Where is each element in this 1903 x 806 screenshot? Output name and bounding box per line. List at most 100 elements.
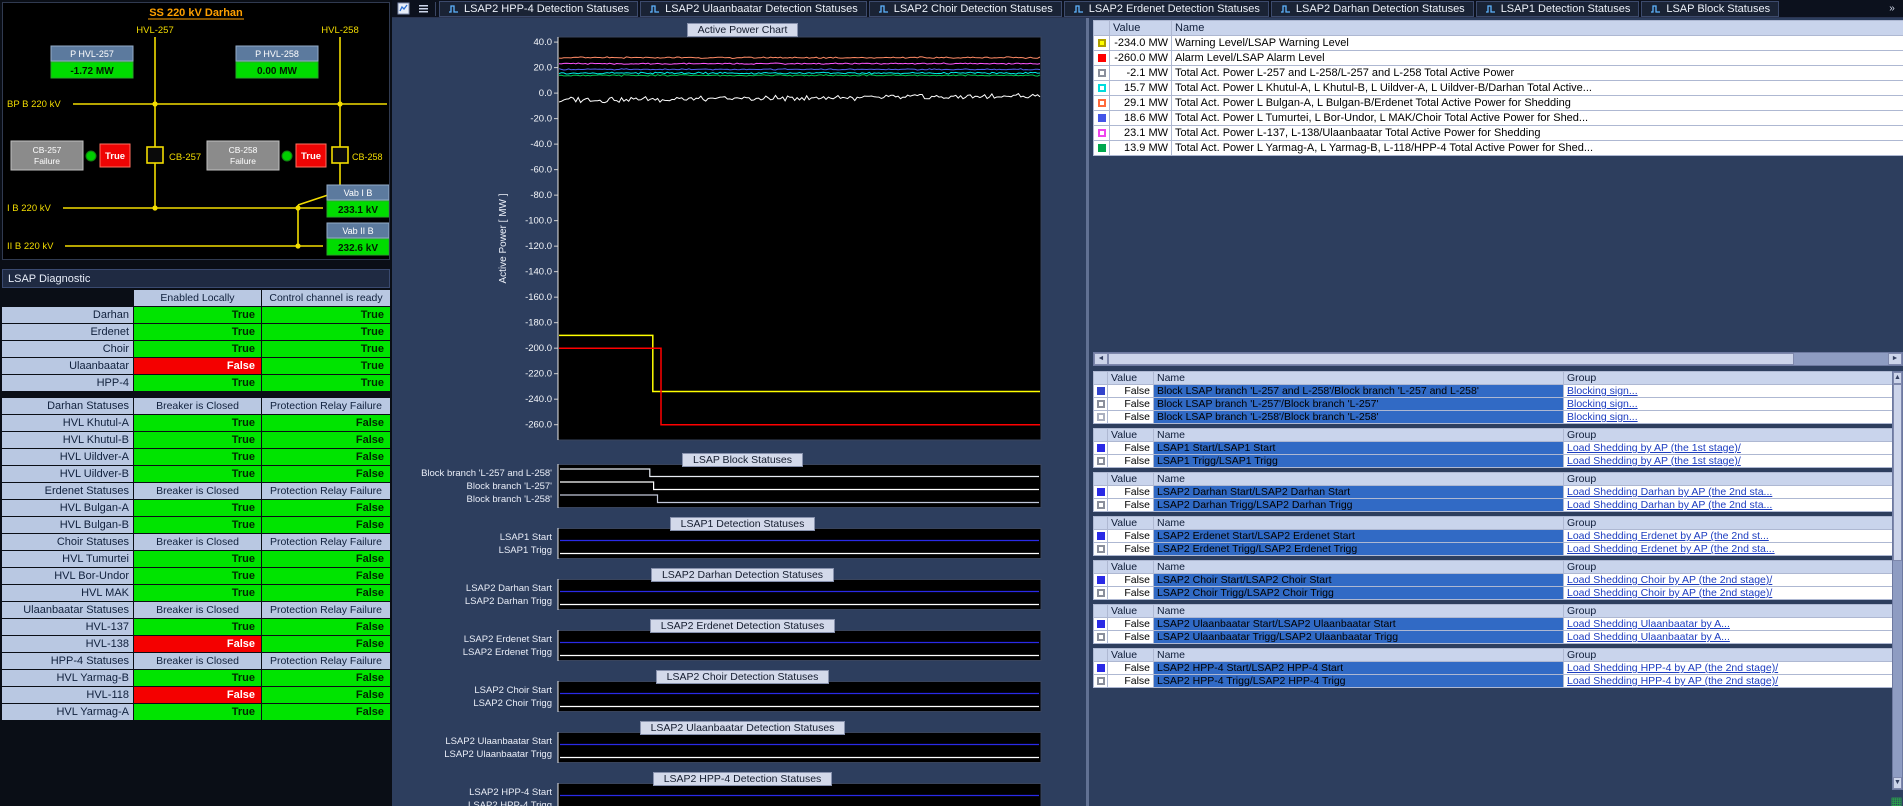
group-link[interactable]: Load Shedding Choir by AP (the 2nd stage…: [1567, 587, 1772, 599]
signal-row[interactable]: FalseLSAP2 Ulaanbaatar Start/LSAP2 Ulaan…: [1094, 618, 1893, 631]
signal-row[interactable]: FalseLSAP2 Darhan Trigg/LSAP2 Darhan Tri…: [1094, 499, 1893, 512]
legend-row[interactable]: -2.1 MWTotal Act. Power L-257 and L-258/…: [1094, 66, 1903, 81]
tab-lsap-block-statuses[interactable]: LSAP Block Statuses: [1641, 1, 1779, 17]
signal-label: LSAP2 Erdenet Start: [464, 634, 553, 645]
chart-page-icon-button[interactable]: [394, 1, 412, 17]
signal-name: Block LSAP branch 'L-258'/Block branch '…: [1154, 411, 1564, 424]
signal-row[interactable]: FalseLSAP2 Erdenet Start/LSAP2 Erdenet S…: [1094, 530, 1893, 543]
scroll-up-button[interactable]: ▲: [1893, 372, 1902, 384]
diag-row-label: HVL-138: [2, 636, 133, 652]
signal-row[interactable]: FalseLSAP2 HPP-4 Start/LSAP2 HPP-4 Start…: [1094, 662, 1893, 675]
group-link[interactable]: Load Shedding Ulaanbaatar by A...: [1567, 618, 1730, 630]
status-section-title: LSAP2 Darhan Detection Statuses: [394, 565, 1091, 579]
diag-header: Enabled Locally: [134, 290, 261, 306]
signal-row[interactable]: FalseLSAP2 Darhan Start/LSAP2 Darhan Sta…: [1094, 486, 1893, 499]
trend-icon: [1280, 4, 1291, 14]
scroll-right-button[interactable]: ►: [1888, 353, 1902, 365]
legend-row[interactable]: 13.9 MWTotal Act. Power L Yarmag-A, L Ya…: [1094, 141, 1903, 156]
signal-row[interactable]: FalseBlock LSAP branch 'L-257 and L-258'…: [1094, 385, 1893, 398]
tab-lsap1-detection-statuses[interactable]: LSAP1 Detection Statuses: [1476, 1, 1640, 17]
group-link[interactable]: Load Shedding Darhan by AP (the 2nd sta.…: [1567, 499, 1772, 511]
diag-row-label: HVL Khutul-A: [2, 415, 133, 431]
grid-options-icon[interactable]: ▦: [1889, 794, 1903, 806]
legend-row[interactable]: -260.0 MWAlarm Level/LSAP Alarm Level: [1094, 51, 1903, 66]
signal-name: LSAP2 Erdenet Trigg/LSAP2 Erdenet Trigg: [1154, 543, 1564, 556]
diag-value: True: [134, 432, 261, 448]
signal-name: LSAP2 Darhan Start/LSAP2 Darhan Start: [1154, 486, 1564, 499]
group-link[interactable]: Load Shedding by AP (the 1st stage)/: [1567, 455, 1741, 467]
signal-label: LSAP2 HPP-4 Start: [469, 787, 552, 798]
group-link[interactable]: Blocking sign...: [1567, 398, 1638, 410]
tab-lsap2-choir-detection-statuses[interactable]: LSAP2 Choir Detection Statuses: [869, 1, 1062, 17]
swatch-cell: [1094, 675, 1108, 688]
group-link[interactable]: Load Shedding Ulaanbaatar by A...: [1567, 631, 1730, 643]
signal-row[interactable]: FalseLSAP1 Start/LSAP1 StartLoad Sheddin…: [1094, 442, 1893, 455]
legend-row[interactable]: 15.7 MWTotal Act. Power L Khutul-A, L Kh…: [1094, 81, 1903, 96]
group-link[interactable]: Blocking sign...: [1567, 411, 1638, 423]
status-section-title: LSAP1 Detection Statuses: [394, 514, 1091, 528]
scrollbar-track[interactable]: [1108, 353, 1888, 365]
cb-257-failure-value: True: [105, 151, 125, 162]
signal-row[interactable]: FalseLSAP2 Erdenet Trigg/LSAP2 Erdenet T…: [1094, 543, 1893, 556]
group-link[interactable]: Load Shedding Choir by AP (the 2nd stage…: [1567, 574, 1772, 586]
signal-label: LSAP2 Darhan Trigg: [465, 596, 552, 607]
vertical-scrollbar-thumb[interactable]: [1893, 384, 1902, 561]
legend-row[interactable]: 18.6 MWTotal Act. Power L Tumurtei, L Bo…: [1094, 111, 1903, 126]
vertical-scrollbar[interactable]: ▲ ▼: [1892, 371, 1903, 790]
series-swatch-icon: [1097, 545, 1105, 553]
diag-value: True: [262, 307, 390, 323]
signal-group-cell: Load Shedding Darhan by AP (the 2nd sta.…: [1564, 486, 1893, 499]
signal-value: False: [1108, 530, 1154, 543]
signal-name: LSAP2 Ulaanbaatar Trigg/LSAP2 Ulaanbaata…: [1154, 631, 1564, 644]
tab-lsap2-hpp-4-detection-statuses[interactable]: LSAP2 HPP-4 Detection Statuses: [439, 1, 638, 17]
tab-lsap2-erdenet-detection-statuses[interactable]: LSAP2 Erdenet Detection Statuses: [1064, 1, 1269, 17]
legend-row[interactable]: 29.1 MWTotal Act. Power L Bulgan-A, L Bu…: [1094, 96, 1903, 111]
scrollbar-thumb[interactable]: [1108, 353, 1794, 365]
group-link[interactable]: Load Shedding HPP-4 by AP (the 2nd stage…: [1567, 662, 1778, 674]
status-section-title: LSAP2 Ulaanbaatar Detection Statuses: [394, 718, 1091, 732]
signal-row[interactable]: FalseBlock LSAP branch 'L-257'/Block bra…: [1094, 398, 1893, 411]
cb-257-status-led: [86, 151, 96, 161]
group-link[interactable]: Load Shedding Darhan by AP (the 2nd sta.…: [1567, 486, 1772, 498]
signal-value: False: [1108, 411, 1154, 424]
group-link[interactable]: Load Shedding Erdenet by AP (the 2nd sta…: [1567, 543, 1775, 555]
signal-name: LSAP2 HPP-4 Start/LSAP2 HPP-4 Start: [1154, 662, 1564, 675]
signal-value: False: [1108, 385, 1154, 398]
tab-lsap2-ulaanbaatar-detection-statuses[interactable]: LSAP2 Ulaanbaatar Detection Statuses: [640, 1, 867, 17]
group-link[interactable]: Load Shedding by AP (the 1st stage)/: [1567, 442, 1741, 454]
tab-lsap2-darhan-detection-statuses[interactable]: LSAP2 Darhan Detection Statuses: [1271, 1, 1474, 17]
status-section-title: LSAP Block Statuses: [394, 450, 1091, 464]
diag-value: False: [262, 551, 390, 567]
breaker-257-symbol[interactable]: [147, 147, 163, 163]
signal-row[interactable]: FalseLSAP2 Choir Start/LSAP2 Choir Start…: [1094, 574, 1893, 587]
diag-row-label: Darhan: [2, 307, 133, 323]
legend-name: Total Act. Power L Yarmag-A, L Yarmag-B,…: [1172, 141, 1903, 156]
group-link[interactable]: Blocking sign...: [1567, 385, 1638, 397]
series-swatch-icon: [1097, 633, 1105, 641]
vertical-scrollbar-track[interactable]: [1893, 384, 1902, 777]
diag-value: True: [134, 324, 261, 340]
group-link[interactable]: Load Shedding HPP-4 by AP (the 2nd stage…: [1567, 675, 1778, 687]
scroll-down-button[interactable]: ▼: [1893, 777, 1902, 789]
signal-table: ValueNameGroupFalseLSAP2 Darhan Start/LS…: [1093, 472, 1893, 512]
group-link[interactable]: Load Shedding Erdenet by AP (the 2nd st.…: [1567, 530, 1769, 542]
signal-row[interactable]: FalseLSAP2 HPP-4 Trigg/LSAP2 HPP-4 Trigg…: [1094, 675, 1893, 688]
status-chart-lsap-block-statuses: Block branch 'L-257 and L-258'Block bran…: [394, 464, 1091, 508]
legend-row[interactable]: 23.1 MWTotal Act. Power L-137, L-138/Ula…: [1094, 126, 1903, 141]
breaker-258-symbol[interactable]: [332, 147, 348, 163]
signal-row[interactable]: FalseBlock LSAP branch 'L-258'/Block bra…: [1094, 411, 1893, 424]
toolbar-overflow-button[interactable]: »: [1883, 1, 1901, 17]
vertical-splitter[interactable]: [1086, 18, 1089, 806]
signal-row[interactable]: FalseLSAP2 Choir Trigg/LSAP2 Choir Trigg…: [1094, 587, 1893, 600]
scroll-left-button[interactable]: ◄: [1094, 353, 1108, 365]
section-title-label: LSAP1 Detection Statuses: [670, 517, 816, 531]
signal-row[interactable]: FalseLSAP2 Ulaanbaatar Trigg/LSAP2 Ulaan…: [1094, 631, 1893, 644]
signal-group-cell: Blocking sign...: [1564, 398, 1893, 411]
horizontal-scrollbar[interactable]: ◄ ►: [1093, 352, 1903, 366]
legend-row[interactable]: -234.0 MWWarning Level/LSAP Warning Leve…: [1094, 36, 1903, 51]
active-power-legend-table: ValueName-234.0 MWWarning Level/LSAP War…: [1093, 20, 1903, 156]
y-tick-label: -260.0: [525, 420, 552, 431]
signal-row[interactable]: FalseLSAP1 Trigg/LSAP1 TriggLoad Sheddin…: [1094, 455, 1893, 468]
list-icon-button[interactable]: [414, 1, 432, 17]
trend-icon: [878, 4, 889, 14]
